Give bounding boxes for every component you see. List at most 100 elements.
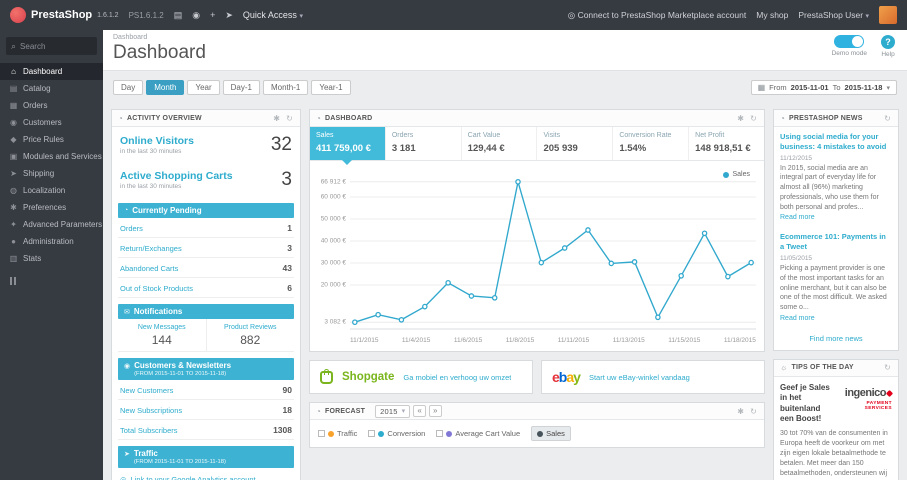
sidebar-item-administration[interactable]: ● Administration xyxy=(0,233,103,250)
add-icon[interactable]: + xyxy=(210,10,215,20)
pending-row: Orders 1 xyxy=(118,218,294,238)
next-year-button[interactable]: » xyxy=(429,405,442,417)
sidebar-collapse-button[interactable] xyxy=(10,277,103,285)
read-more-link[interactable]: Read more xyxy=(780,315,892,322)
marketplace-connect-link[interactable]: ◎ Connect to PrestaShop Marketplace acco… xyxy=(568,10,746,21)
article-title-link[interactable]: Ecommerce 101: Payments in a Tweet xyxy=(780,232,892,252)
refresh-icon[interactable]: ↻ xyxy=(285,114,294,123)
sidebar-item-catalog[interactable]: ▤ Catalog xyxy=(0,80,103,97)
new-messages-cell[interactable]: New Messages 144 xyxy=(118,319,206,351)
price-rules-icon: ◆ xyxy=(10,135,17,144)
filter-month-1-button[interactable]: Month-1 xyxy=(262,80,309,95)
new-subscriptions-link[interactable]: New Subscriptions xyxy=(120,406,182,415)
article-date: 11/05/2015 xyxy=(780,254,813,262)
forecast-year-select[interactable]: 2015 ▾ xyxy=(375,404,411,418)
kpi-orders[interactable]: Orders 3 181 xyxy=(384,127,461,160)
abandoned-carts-link[interactable]: Abandoned Carts xyxy=(120,264,178,273)
user-menu[interactable]: PrestaShop User ▾ xyxy=(798,10,869,20)
quick-access-menu[interactable]: Quick Access ▾ xyxy=(243,10,303,20)
link-icon: ◎ xyxy=(120,475,127,480)
product-reviews-cell[interactable]: Product Reviews 882 xyxy=(205,319,295,351)
kpi-net-profit[interactable]: Net Profit 148 918,51 € xyxy=(688,127,764,160)
checkbox-icon[interactable] xyxy=(436,430,444,437)
tips-headline: Geef je Sales in het buitenland een Boos… xyxy=(780,382,830,424)
read-more-link[interactable]: Read more xyxy=(780,214,892,221)
search-icon: ⌕ xyxy=(11,40,17,51)
my-shop-link[interactable]: My shop xyxy=(756,10,788,20)
date-range-picker[interactable]: ▦ From 2015-11-01 To 2015-11-18 ▾ xyxy=(750,80,897,95)
filter-year-1-button[interactable]: Year-1 xyxy=(311,80,351,95)
refresh-icon[interactable]: ↻ xyxy=(749,407,758,416)
sidebar-item-modules[interactable]: ▣ Modules and Services xyxy=(0,148,103,165)
active-carts-link[interactable]: Active Shopping Carts xyxy=(120,170,233,182)
sidebar-item-label: Modules and Services xyxy=(23,152,102,161)
checkbox-icon[interactable] xyxy=(318,430,325,437)
online-visitors-link[interactable]: Online Visitors xyxy=(120,135,194,147)
gear-icon[interactable]: ✱ xyxy=(736,407,745,416)
sidebar-item-orders[interactable]: ▦ Orders xyxy=(0,97,103,114)
x-tick-label: 11/11/2015 xyxy=(557,337,590,344)
quick-access-label: Quick Access xyxy=(242,10,297,20)
returns-link[interactable]: Return/Exchanges xyxy=(120,244,182,253)
sidebar-item-customers[interactable]: ◉ Customers xyxy=(0,114,103,131)
sidebar-item-price-rules[interactable]: ◆ Price Rules xyxy=(0,131,103,148)
gear-icon[interactable]: ✱ xyxy=(272,114,281,123)
chevron-down-icon: ▾ xyxy=(401,408,406,415)
new-customers-link[interactable]: New Customers xyxy=(120,386,173,395)
kpi-conversion-rate[interactable]: Conversion Rate 1.54% xyxy=(612,127,688,160)
filter-day-button[interactable]: Day xyxy=(113,80,144,95)
prev-year-button[interactable]: « xyxy=(413,405,427,417)
google-analytics-link[interactable]: ◎ Link to your Google Analytics account xyxy=(112,468,300,480)
avatar[interactable] xyxy=(879,6,897,24)
sidebar-item-stats[interactable]: ▥ Stats xyxy=(0,250,103,267)
search-input[interactable] xyxy=(20,41,92,51)
breadcrumb[interactable]: Dashboard xyxy=(113,34,897,41)
checkbox-icon[interactable] xyxy=(368,430,376,437)
prestashop-logo[interactable]: PrestaShop 1.6.1.2 xyxy=(10,7,119,23)
shopgate-logo-text: Shopgate xyxy=(342,371,395,383)
refresh-icon[interactable]: ↻ xyxy=(749,114,758,123)
forecast-panel-icon: ◔ xyxy=(316,406,322,416)
kpi-visits[interactable]: Visits 205 939 xyxy=(536,127,612,160)
total-subscribers-link[interactable]: Total Subscribers xyxy=(120,426,178,435)
filter-year-button[interactable]: Year xyxy=(187,80,220,95)
shopgate-cta-link[interactable]: Ga mobiel en verhoog uw omzet xyxy=(403,373,511,382)
out-of-stock-link[interactable]: Out of Stock Products xyxy=(120,284,193,293)
sidebar-item-advanced-parameters[interactable]: ✦ Advanced Parameters xyxy=(0,216,103,233)
shop-icon[interactable]: ▤ xyxy=(174,10,183,21)
forecast-legend-sales[interactable]: Sales xyxy=(531,426,571,441)
employee-icon[interactable]: ◉ xyxy=(192,10,200,21)
filter-day-1-button[interactable]: Day-1 xyxy=(222,80,260,95)
rocket-icon[interactable]: ➤ xyxy=(225,10,233,21)
filter-month-button[interactable]: Month xyxy=(146,80,185,95)
gear-icon[interactable]: ✱ xyxy=(736,114,745,123)
sidebar-item-localization[interactable]: ◍ Localization xyxy=(0,182,103,199)
forecast-legend-conversion[interactable]: Conversion xyxy=(368,429,425,438)
sidebar-item-label: Orders xyxy=(23,101,48,110)
sidebar-item-dashboard[interactable]: ⌂ Dashboard xyxy=(0,63,103,80)
ebay-cta-link[interactable]: Start uw eBay-winkel vandaag xyxy=(589,373,690,382)
sidebar-item-preferences[interactable]: ✱ Preferences xyxy=(0,199,103,216)
active-carts-sub: in the last 30 minutes xyxy=(120,183,182,190)
help-icon[interactable]: ? xyxy=(881,35,895,49)
kpi-cart-value[interactable]: Cart Value 129,44 € xyxy=(460,127,537,160)
customers-row: Total Subscribers 1308 xyxy=(118,420,294,440)
orders-link[interactable]: Orders xyxy=(120,224,143,233)
find-more-news-link[interactable]: Find more news xyxy=(774,328,898,350)
new-messages-label: New Messages xyxy=(137,324,186,331)
chart-x-axis: 11/1/2015 11/4/2015 11/6/2015 11/8/2015 11/1… xyxy=(350,334,756,349)
ingenico-logo-text: ingenico xyxy=(844,386,887,399)
sidebar-item-shipping[interactable]: ➤ Shipping xyxy=(0,165,103,182)
kpi-sales[interactable]: Sales 411 759,00 € xyxy=(310,127,385,165)
refresh-icon[interactable]: ↻ xyxy=(883,114,892,123)
article-title-link[interactable]: Using social media for your business: 4 … xyxy=(780,132,892,152)
demo-mode-toggle[interactable] xyxy=(834,35,865,48)
forecast-legend-average-cart-value[interactable]: Average Cart Value xyxy=(436,429,520,438)
refresh-icon[interactable]: ↻ xyxy=(883,363,892,372)
administration-icon: ● xyxy=(11,237,16,246)
forecast-legend-traffic[interactable]: Traffic xyxy=(318,429,357,438)
chart-plot-area[interactable] xyxy=(350,169,756,334)
chevron-down-icon: ▾ xyxy=(299,13,303,20)
dashboard-panel: ◔ DASHBOARD ✱ ↻ Sales 411 759,00 € Order… xyxy=(309,109,765,352)
legend-label: Traffic xyxy=(337,429,358,438)
